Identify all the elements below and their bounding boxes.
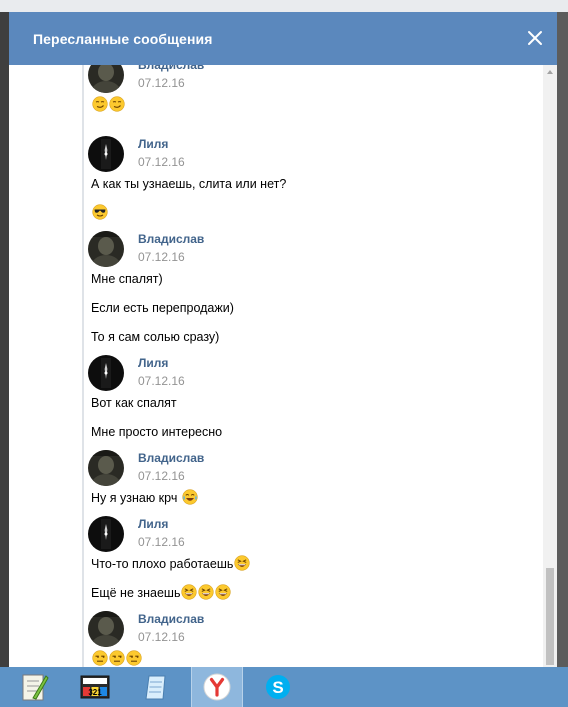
message-date[interactable]: 07.12.16 bbox=[138, 630, 185, 644]
message-date[interactable]: 07.12.16 bbox=[138, 535, 185, 549]
forwarded-messages-modal: Пересланные сообщения Владислав 07.12.16 Л… bbox=[9, 12, 557, 667]
taskbar: 321 S bbox=[0, 667, 568, 707]
laughing-emoji-icon bbox=[181, 584, 198, 600]
unamused-emoji-icon bbox=[92, 650, 108, 666]
forwarded-thread: Владислав 07.12.16 Лиля 07.12.16 А как ты уз… bbox=[82, 65, 554, 667]
message-text: Если есть перепродажи) bbox=[91, 298, 234, 318]
laughing-emoji-icon bbox=[215, 584, 232, 600]
scroll-up-icon[interactable] bbox=[543, 65, 557, 79]
scrollbar[interactable] bbox=[543, 65, 557, 667]
message-text-content: Если есть перепродажи) bbox=[91, 301, 234, 315]
message-text bbox=[91, 203, 108, 223]
message-text-content: Мне просто интересно bbox=[91, 425, 223, 439]
message-text-content: Ну я узнаю крч bbox=[91, 491, 181, 505]
smirk-emoji-icon bbox=[109, 96, 125, 112]
joy-emoji-icon bbox=[182, 489, 198, 505]
avatar[interactable] bbox=[88, 611, 124, 647]
notepad-icon bbox=[145, 675, 166, 700]
avatar[interactable] bbox=[88, 65, 124, 93]
message-text: Вот как спалят bbox=[91, 393, 177, 413]
message-text: Ещё не знаешь bbox=[91, 583, 232, 603]
laughing-emoji-icon bbox=[234, 555, 250, 571]
message-text: Ну я узнаю крч bbox=[91, 488, 198, 508]
media-player-classic-icon: 321 bbox=[80, 675, 110, 699]
message-author[interactable]: Лиля bbox=[138, 356, 168, 370]
sunglasses-emoji-icon bbox=[92, 204, 108, 220]
taskbar-item-notepad-plus[interactable] bbox=[8, 667, 60, 707]
message-date[interactable]: 07.12.16 bbox=[138, 155, 185, 169]
page-left-edge bbox=[0, 12, 9, 667]
message-date[interactable]: 07.12.16 bbox=[138, 374, 185, 388]
taskbar-item-notepad[interactable] bbox=[130, 667, 182, 707]
svg-text:S: S bbox=[272, 678, 283, 697]
smirk-emoji-icon bbox=[92, 96, 108, 112]
taskbar-item-media-player[interactable]: 321 bbox=[69, 667, 121, 707]
message-text: А как ты узнаешь, слита или нет? bbox=[91, 174, 286, 194]
message-date[interactable]: 07.12.16 bbox=[138, 469, 185, 483]
svg-text:321: 321 bbox=[88, 688, 102, 697]
taskbar-item-skype[interactable]: S bbox=[252, 667, 304, 707]
message-text-content: А как ты узнаешь, слита или нет? bbox=[91, 177, 287, 191]
page-top-strip bbox=[0, 0, 568, 12]
avatar[interactable] bbox=[88, 450, 124, 486]
modal-title: Пересланные сообщения bbox=[33, 30, 213, 47]
avatar[interactable] bbox=[88, 136, 124, 172]
message-author[interactable]: Владислав bbox=[138, 612, 204, 626]
message-author[interactable]: Владислав bbox=[138, 232, 204, 246]
unamused-emoji-icon bbox=[126, 650, 142, 666]
message-text: Что-то плохо работаешь bbox=[91, 554, 250, 574]
message-text-content: Ещё не знаешь bbox=[91, 586, 181, 600]
scrollbar-thumb[interactable] bbox=[546, 568, 554, 665]
message-text: То я сам солью сразу) bbox=[91, 327, 219, 347]
modal-body[interactable]: Владислав 07.12.16 Лиля 07.12.16 А как ты уз… bbox=[9, 65, 557, 667]
message-group: Владислав 07.12.16 bbox=[84, 611, 544, 667]
message-author[interactable]: Владислав bbox=[138, 65, 204, 72]
message-text bbox=[91, 649, 142, 667]
message-author[interactable]: Лиля bbox=[138, 517, 168, 531]
modal-header: Пересланные сообщения bbox=[9, 12, 557, 65]
message-text: Мне просто интересно bbox=[91, 422, 222, 442]
message-text-content: Вот как спалят bbox=[91, 396, 177, 410]
message-text-content: Что-то плохо работаешь bbox=[91, 557, 234, 571]
close-icon[interactable] bbox=[525, 28, 545, 48]
unamused-emoji-icon bbox=[109, 650, 125, 666]
message-author[interactable]: Владислав bbox=[138, 451, 204, 465]
taskbar-item-yandex-browser[interactable] bbox=[191, 667, 243, 707]
yandex-browser-icon bbox=[203, 673, 231, 701]
message-text-content: Мне спалят) bbox=[91, 272, 163, 286]
notepad-plus-icon bbox=[22, 674, 49, 701]
message-text: Мне спалят) bbox=[91, 269, 163, 289]
avatar[interactable] bbox=[88, 231, 124, 267]
skype-icon: S bbox=[266, 675, 290, 699]
message-date[interactable]: 07.12.16 bbox=[138, 76, 185, 90]
message-date[interactable]: 07.12.16 bbox=[138, 250, 185, 264]
message-text bbox=[91, 95, 125, 115]
avatar[interactable] bbox=[88, 355, 124, 391]
message-group: Владислав 07.12.16 Мне спалят) Если есть пе… bbox=[84, 231, 544, 351]
message-author[interactable]: Лиля bbox=[138, 137, 168, 151]
laughing-emoji-icon bbox=[198, 584, 215, 600]
avatar[interactable] bbox=[88, 516, 124, 552]
message-text-content: То я сам солью сразу) bbox=[91, 330, 220, 344]
